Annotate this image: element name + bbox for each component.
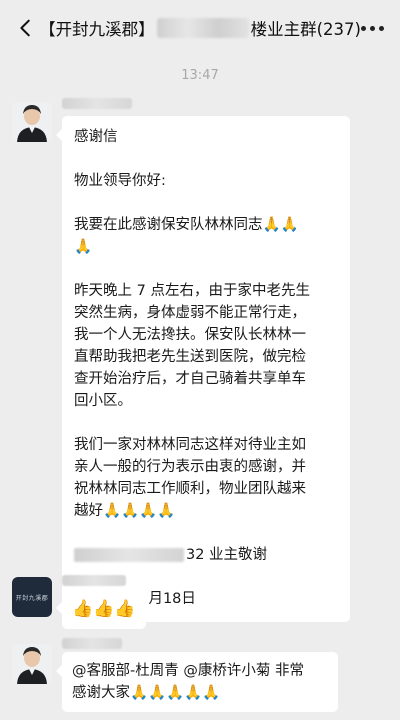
signature-suffix: 32 业主敬谢 bbox=[186, 547, 268, 563]
letter-line: 亲人一般的行为表示由衷的感谢，并 bbox=[74, 459, 306, 475]
redacted-signature bbox=[74, 548, 184, 562]
letter-line: 我一个人无法搀扶。保安队长林林一 bbox=[74, 327, 306, 343]
thanks-mention-bubble[interactable]: @客服部-杜周青 @康桥许小菊 非常 感谢大家🙏🙏🙏🙏🙏 bbox=[56, 652, 338, 712]
thumbs-up-text: 👍👍👍 bbox=[72, 599, 136, 619]
redacted-sender-name bbox=[62, 638, 122, 649]
letter-line: 直帮助我把老先生送到医院，做完检 bbox=[74, 349, 306, 365]
thumbs-up-bubble[interactable]: 👍👍👍 bbox=[56, 589, 146, 629]
letter-line: 昨天晚上 7 点左右，由于家中老先生 bbox=[74, 283, 310, 299]
letter-line: 🙏 bbox=[74, 239, 93, 255]
letter-line: 祝林林同志工作顺利，物业团队越来 bbox=[74, 481, 306, 497]
mention-line: @客服部-杜周青 @康桥许小菊 非常 bbox=[72, 663, 304, 679]
redacted-title-segment bbox=[156, 18, 249, 38]
letter-heading: 感谢信 bbox=[74, 129, 118, 145]
letter-line: 突然生病，身体虚弱不能正常行走， bbox=[74, 305, 306, 321]
avatar-logo-text: 开封九溪郡 bbox=[15, 594, 49, 602]
letter-line: 我们一家对林林同志这样对待业主如 bbox=[74, 437, 306, 453]
letter-line: 回小区。 bbox=[74, 393, 132, 409]
more-button[interactable] bbox=[354, 10, 390, 46]
jiuxijun-logo-avatar[interactable]: 开封九溪郡 bbox=[12, 577, 52, 617]
letter-line: 我要在此感谢保安队林林同志🙏🙏 bbox=[74, 217, 299, 233]
letter-greeting: 物业领导你好: bbox=[74, 173, 166, 189]
person-avatar[interactable] bbox=[12, 644, 52, 684]
back-button[interactable] bbox=[8, 10, 44, 46]
person-avatar[interactable] bbox=[12, 102, 52, 142]
redacted-sender-name bbox=[62, 575, 126, 586]
thank-you-letter-bubble[interactable]: 感谢信 物业领导你好: 我要在此感谢保安队林林同志🙏🙏 🙏 昨天晚上 7 点左右… bbox=[56, 116, 350, 622]
chat-title: 【开封九溪郡】 楼业主群(237) bbox=[39, 16, 361, 40]
message-timestamp: 13:47 bbox=[181, 68, 219, 83]
letter-signature: 32 业主敬谢 bbox=[74, 544, 340, 566]
redacted-sender-name bbox=[62, 98, 132, 109]
letter-line: 越好🙏🙏🙏🙏 bbox=[74, 503, 176, 519]
letter-line: 查开始治疗后，才自己骑着共享单车 bbox=[74, 371, 306, 387]
mention-line: 感谢大家🙏🙏🙏🙏🙏 bbox=[72, 685, 221, 701]
chevron-left-icon bbox=[20, 19, 30, 37]
more-dots-icon bbox=[360, 25, 384, 31]
chat-header: 【开封九溪郡】 楼业主群(237) bbox=[0, 0, 400, 56]
chat-title-prefix: 【开封九溪郡】 bbox=[39, 20, 155, 39]
chat-title-suffix: 楼业主群(237) bbox=[250, 20, 361, 39]
